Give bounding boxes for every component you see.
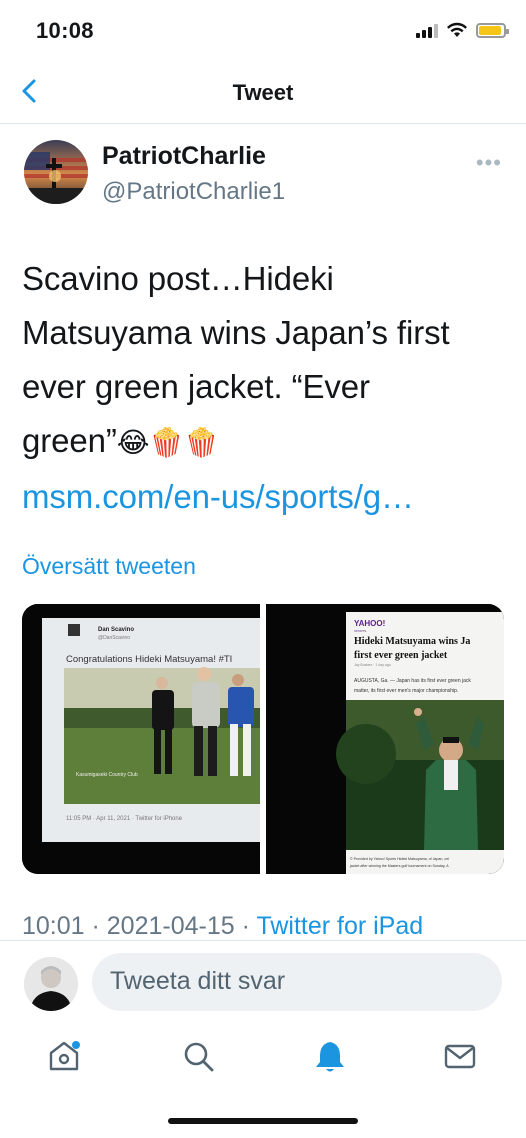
tweet-text-line: green”😂🍿🍿 [22, 414, 512, 470]
tab-bar [0, 1030, 526, 1090]
media-left-caption: Kasumigaseki Country Club [76, 772, 138, 778]
search-icon[interactable] [180, 1038, 216, 1074]
author-display-name[interactable]: PatriotCharlie [102, 142, 266, 171]
media-right-byline: Jay Busbee · 1 day ago [354, 663, 391, 667]
reply-input[interactable]: Tweeta ditt svar [92, 953, 502, 1011]
media-right-credit: jacket after winning the Masters golf to… [349, 864, 449, 868]
tweet-time: 10:01 [22, 912, 85, 940]
media-right-brand-sub: SPORTS [354, 629, 366, 633]
media-left-text: Congratulations Hideki Matsuyama! #TI [66, 654, 232, 665]
media-right-headline: first ever green jacket [354, 650, 448, 661]
tweet-date: 2021-04-15 [106, 912, 235, 940]
status-icons [416, 22, 509, 38]
status-time: 10:08 [36, 18, 94, 43]
home-indicator [168, 1118, 358, 1124]
meta-separator: · [84, 912, 107, 940]
user-avatar[interactable] [24, 957, 78, 1011]
author-handle[interactable]: @PatriotCharlie1 [102, 178, 285, 206]
yahoo-article-photo: YAHOO! SPORTS Hideki Matsuyama wins Ja f… [266, 604, 504, 874]
tweet-source[interactable]: Twitter for iPad [256, 912, 423, 940]
wifi-icon [447, 22, 467, 37]
more-options-icon[interactable]: ••• [476, 150, 502, 176]
bell-icon[interactable] [312, 1038, 348, 1074]
cellular-signal-icon [416, 22, 438, 38]
tweet-text-line: ever green jacket. “Ever [22, 368, 370, 405]
media-image-left[interactable]: Dan Scavino @DanScavino Congratulations … [22, 604, 260, 874]
author-avatar[interactable] [24, 140, 88, 204]
media-left-timestamp: 11:05 PM · Apr 11, 2021 · Twitter for iP… [66, 816, 183, 822]
tweet-media: Dan Scavino @DanScavino Congratulations … [22, 604, 504, 874]
media-right-brand: YAHOO! [354, 619, 385, 628]
tweet-text-line: Scavino post…Hideki [22, 260, 334, 297]
tweet-text-line-end: green” [22, 422, 117, 459]
flag-sunset-image [24, 140, 88, 204]
reply-bar: Tweeta ditt svar [0, 940, 526, 1026]
battery-fill [479, 25, 501, 35]
scavino-tweet-photo: Dan Scavino @DanScavino Congratulations … [22, 604, 260, 874]
home-icon[interactable] [46, 1038, 82, 1074]
tweet-text-line: Matsuyama wins Japan’s first [22, 314, 450, 351]
meta-separator: · [234, 912, 257, 940]
nav-title: Tweet [232, 80, 294, 105]
status-bar: 10:08 [0, 0, 526, 60]
tweet-link[interactable]: msm.com/en-us/sports/g… [22, 470, 512, 524]
translate-tweet-link[interactable]: Översätt tweeten [22, 553, 196, 580]
media-right-headline: Hideki Matsuyama wins Ja [354, 636, 470, 647]
media-right-body: matter, its first ever men's major champ… [354, 688, 458, 694]
tweet-meta: 10:01 · 2021-04-15 · Twitter for iPad [22, 912, 423, 941]
mail-icon[interactable] [442, 1038, 478, 1074]
media-left-handle: @DanScavino [98, 635, 130, 641]
user-avatar-image [24, 957, 78, 1011]
media-right-body: AUGUSTA, Ga. — Japan has its first ever … [354, 678, 471, 684]
tweet-text: Scavino post…Hideki Matsuyama wins Japan… [22, 252, 512, 524]
nav-bar: Tweet [0, 60, 526, 124]
media-left-name: Dan Scavino [98, 627, 134, 633]
media-image-right[interactable]: YAHOO! SPORTS Hideki Matsuyama wins Ja f… [266, 604, 504, 874]
tweet-emojis: 😂🍿🍿 [116, 427, 219, 458]
media-right-credit: © Provided by Yahoo! Sports Hideki Matsu… [350, 857, 449, 861]
battery-icon [476, 22, 509, 38]
